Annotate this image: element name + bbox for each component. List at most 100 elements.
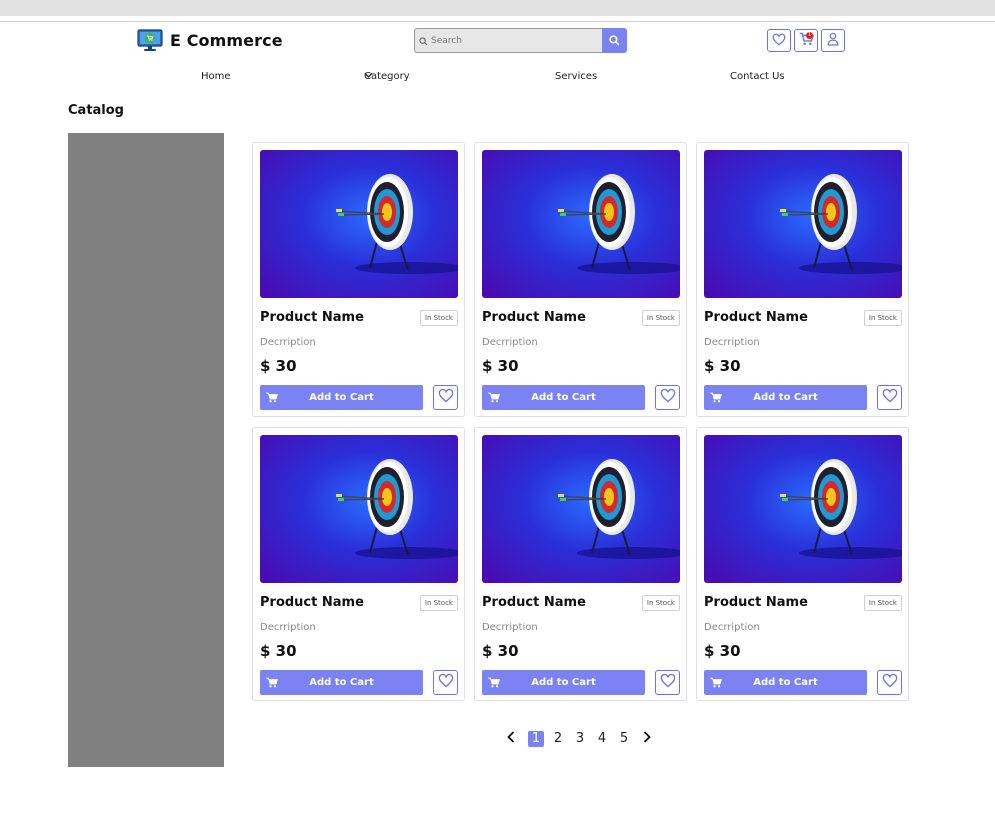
cart-icon (488, 392, 502, 403)
product-description: Decrription (260, 337, 316, 348)
user-icon (827, 31, 839, 50)
search-input[interactable] (431, 35, 602, 46)
product-description: Decrription (482, 622, 538, 633)
product-card[interactable]: Product Name In Stock Decrription $ 30 A… (252, 427, 465, 701)
chevron-right-icon (643, 731, 651, 747)
product-description: Decrription (704, 622, 760, 633)
product-price: $ 30 (704, 357, 741, 375)
wishlist-toggle[interactable] (655, 385, 680, 410)
cart-icon (710, 392, 724, 403)
product-price: $ 30 (482, 642, 519, 660)
product-card[interactable]: Product Name In Stock Decrription $ 30 A… (252, 142, 465, 417)
heart-icon (882, 673, 898, 692)
add-to-cart-button[interactable]: Add to Cart (260, 385, 423, 410)
prev-page-button[interactable] (504, 731, 518, 747)
page-title: Catalog (68, 103, 124, 118)
heart-icon (882, 388, 898, 407)
product-name[interactable]: Product Name (482, 310, 586, 325)
wishlist-toggle[interactable] (433, 670, 458, 695)
product-card[interactable]: Product Name In Stock Decrription $ 30 A… (474, 427, 687, 701)
cart-icon (488, 677, 502, 688)
add-to-cart-label: Add to Cart (753, 392, 818, 403)
add-to-cart-label: Add to Cart (531, 392, 596, 403)
search-field[interactable] (414, 28, 602, 53)
product-image[interactable] (482, 150, 680, 298)
browser-top-strip (0, 0, 995, 16)
product-image[interactable] (260, 435, 458, 583)
logo[interactable]: E Commerce (137, 29, 283, 52)
header-actions: 1 (767, 29, 845, 52)
stock-badge: In Stock (863, 310, 902, 326)
page-3-button[interactable]: 3 (572, 731, 588, 747)
product-price: $ 30 (704, 642, 741, 660)
next-page-button[interactable] (640, 731, 654, 747)
page-1-button[interactable]: 1 (528, 731, 544, 747)
add-to-cart-button[interactable]: Add to Cart (704, 385, 867, 410)
add-to-cart-button[interactable]: Add to Cart (482, 670, 645, 695)
page-5-button[interactable]: 5 (616, 731, 632, 747)
product-card[interactable]: Product Name In Stock Decrription $ 30 A… (696, 142, 909, 417)
heart-icon (660, 673, 676, 692)
wishlist-toggle[interactable] (877, 385, 902, 410)
wishlist-button[interactable] (767, 29, 791, 52)
product-image[interactable] (704, 150, 902, 298)
stock-badge: In Stock (419, 310, 458, 326)
page-4-button[interactable]: 4 (594, 731, 610, 747)
search-icon (419, 31, 428, 50)
product-image[interactable] (482, 435, 680, 583)
product-card[interactable]: Product Name In Stock Decrription $ 30 A… (696, 427, 909, 701)
heart-icon (660, 388, 676, 407)
search-bar (414, 28, 627, 53)
product-name[interactable]: Product Name (704, 310, 808, 325)
product-image[interactable] (260, 150, 458, 298)
stock-badge: In Stock (641, 595, 680, 611)
cart-count-badge: 1 (806, 32, 813, 39)
account-button[interactable] (821, 29, 845, 52)
stock-badge: In Stock (863, 595, 902, 611)
monitor-cart-icon (137, 29, 163, 52)
heart-icon (438, 388, 454, 407)
product-price: $ 30 (260, 642, 297, 660)
page-2-button[interactable]: 2 (550, 731, 566, 747)
cart-button[interactable]: 1 (794, 29, 818, 52)
stock-badge: In Stock (419, 595, 458, 611)
stock-badge: In Stock (641, 310, 680, 326)
add-to-cart-button[interactable]: Add to Cart (704, 670, 867, 695)
cart-icon (266, 677, 280, 688)
add-to-cart-button[interactable]: Add to Cart (482, 385, 645, 410)
product-name[interactable]: Product Name (482, 595, 586, 610)
product-description: Decrription (704, 337, 760, 348)
heart-icon (438, 673, 454, 692)
nav-services[interactable]: Services (555, 71, 597, 82)
wishlist-toggle[interactable] (433, 385, 458, 410)
product-grid: Product Name In Stock Decrription $ 30 A… (252, 142, 909, 701)
header-divider (0, 21, 995, 22)
product-price: $ 30 (260, 357, 297, 375)
add-to-cart-label: Add to Cart (531, 677, 596, 688)
logo-text: E Commerce (170, 31, 283, 50)
product-description: Decrription (482, 337, 538, 348)
search-button[interactable] (602, 28, 627, 53)
add-to-cart-label: Add to Cart (753, 677, 818, 688)
add-to-cart-button[interactable]: Add to Cart (260, 670, 423, 695)
cart-icon (710, 677, 724, 688)
product-image[interactable] (704, 435, 902, 583)
filter-sidebar (68, 133, 224, 767)
cart-icon (266, 392, 280, 403)
chevron-left-icon (507, 731, 515, 747)
product-name[interactable]: Product Name (260, 310, 364, 325)
add-to-cart-label: Add to Cart (309, 677, 374, 688)
product-price: $ 30 (482, 357, 519, 375)
main-nav: Home Category Services Contact Us (0, 71, 995, 85)
product-name[interactable]: Product Name (704, 595, 808, 610)
product-description: Decrription (260, 622, 316, 633)
product-card[interactable]: Product Name In Stock Decrription $ 30 A… (474, 142, 687, 417)
chevron-down-icon (364, 71, 373, 82)
pagination: 12345 (504, 730, 654, 748)
nav-home[interactable]: Home (201, 71, 231, 82)
wishlist-toggle[interactable] (877, 670, 902, 695)
add-to-cart-label: Add to Cart (309, 392, 374, 403)
nav-contact-us[interactable]: Contact Us (730, 71, 785, 82)
wishlist-toggle[interactable] (655, 670, 680, 695)
product-name[interactable]: Product Name (260, 595, 364, 610)
